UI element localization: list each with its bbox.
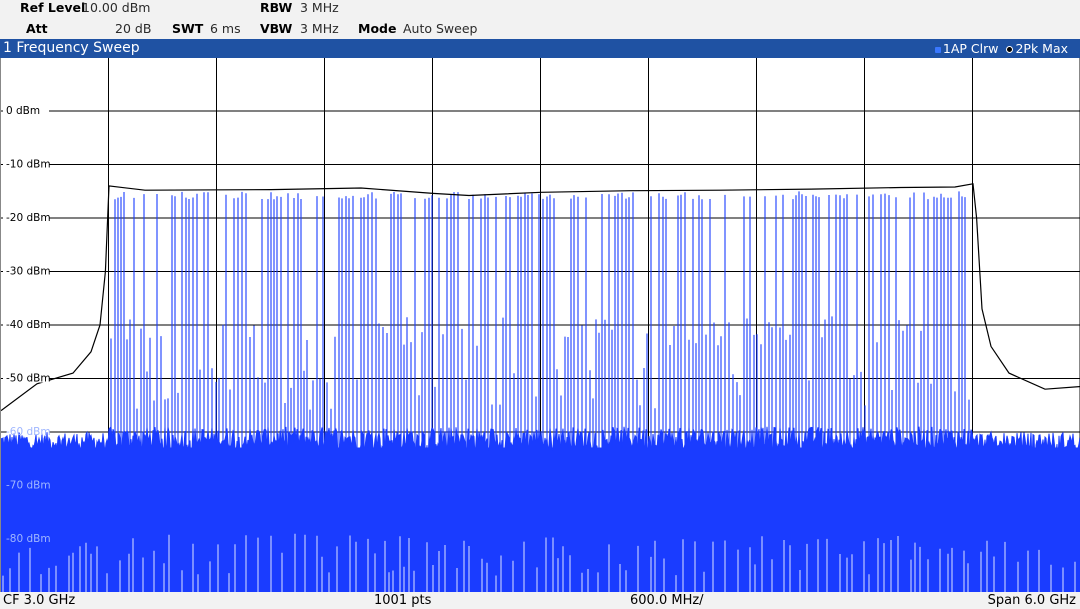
center-frequency[interactable]: CF 3.0 GHz <box>3 592 75 609</box>
sweep-points[interactable]: 1001 pts <box>374 592 431 609</box>
swt-label: SWT <box>172 21 204 36</box>
spectrum-plot[interactable]: 0 dBm -10 dBm -20 dBm -30 dBm -40 dBm -50 dBm… <box>0 58 1080 592</box>
att-label: Att <box>26 21 48 36</box>
rbw-label: RBW <box>260 0 293 15</box>
trace-1-noise-floor <box>1 448 1080 592</box>
swt-value[interactable]: 6 ms <box>210 21 241 36</box>
plot-footer: CF 3.0 GHz 1001 pts 600.0 MHz/ Span 6.0 … <box>0 592 1080 609</box>
y-tick-label: 0 dBm <box>6 105 40 117</box>
settings-panel: Ref Level 10.00 dBm Att 20 dB SWT 6 ms R… <box>0 0 1080 39</box>
y-tick-label: -10 dBm <box>6 159 51 171</box>
att-value[interactable]: 20 dB <box>115 21 151 36</box>
span-per-division: 600.0 MHz/ <box>630 593 704 608</box>
trace-legend: 1AP Clrw 2Pk Max <box>931 39 1068 58</box>
y-tick-label: -50 dBm <box>6 373 51 385</box>
trace-2-legend[interactable]: 2Pk Max <box>1006 39 1068 58</box>
y-tick-label: -30 dBm <box>6 266 51 278</box>
trace-2-label: 2Pk Max <box>1015 41 1068 56</box>
trace-1-marker-icon <box>934 46 941 53</box>
mode-value[interactable]: Auto Sweep <box>403 21 477 36</box>
rbw-value[interactable]: 3 MHz <box>300 0 339 15</box>
vbw-label: VBW <box>260 21 293 36</box>
y-tick-label: -80 dBm <box>6 533 51 545</box>
trace-1-label: 1AP Clrw <box>942 41 999 56</box>
mode-label: Mode <box>358 21 397 36</box>
spectrum-chart[interactable]: 0 dBm -10 dBm -20 dBm -30 dBm -40 dBm -50 dBm… <box>1 58 1080 592</box>
trace-1-legend[interactable]: 1AP Clrw <box>934 39 999 58</box>
y-tick-label: -60 dBm <box>6 426 51 438</box>
y-tick-label: -20 dBm <box>6 212 51 224</box>
trace-2-marker-icon <box>1006 46 1014 53</box>
y-tick-label: -40 dBm <box>6 319 51 331</box>
ref-level-value[interactable]: 10.00 dBm <box>82 0 150 15</box>
vbw-value[interactable]: 3 MHz <box>300 21 339 36</box>
y-tick-label: -70 dBm <box>6 480 51 492</box>
window-title: 1 Frequency Sweep <box>3 40 140 56</box>
ref-level-label: Ref Level <box>20 0 86 15</box>
window-title-bar[interactable]: 1 Frequency Sweep 1AP Clrw 2Pk Max <box>0 39 1080 58</box>
span-value[interactable]: Span 6.0 GHz <box>988 592 1076 609</box>
